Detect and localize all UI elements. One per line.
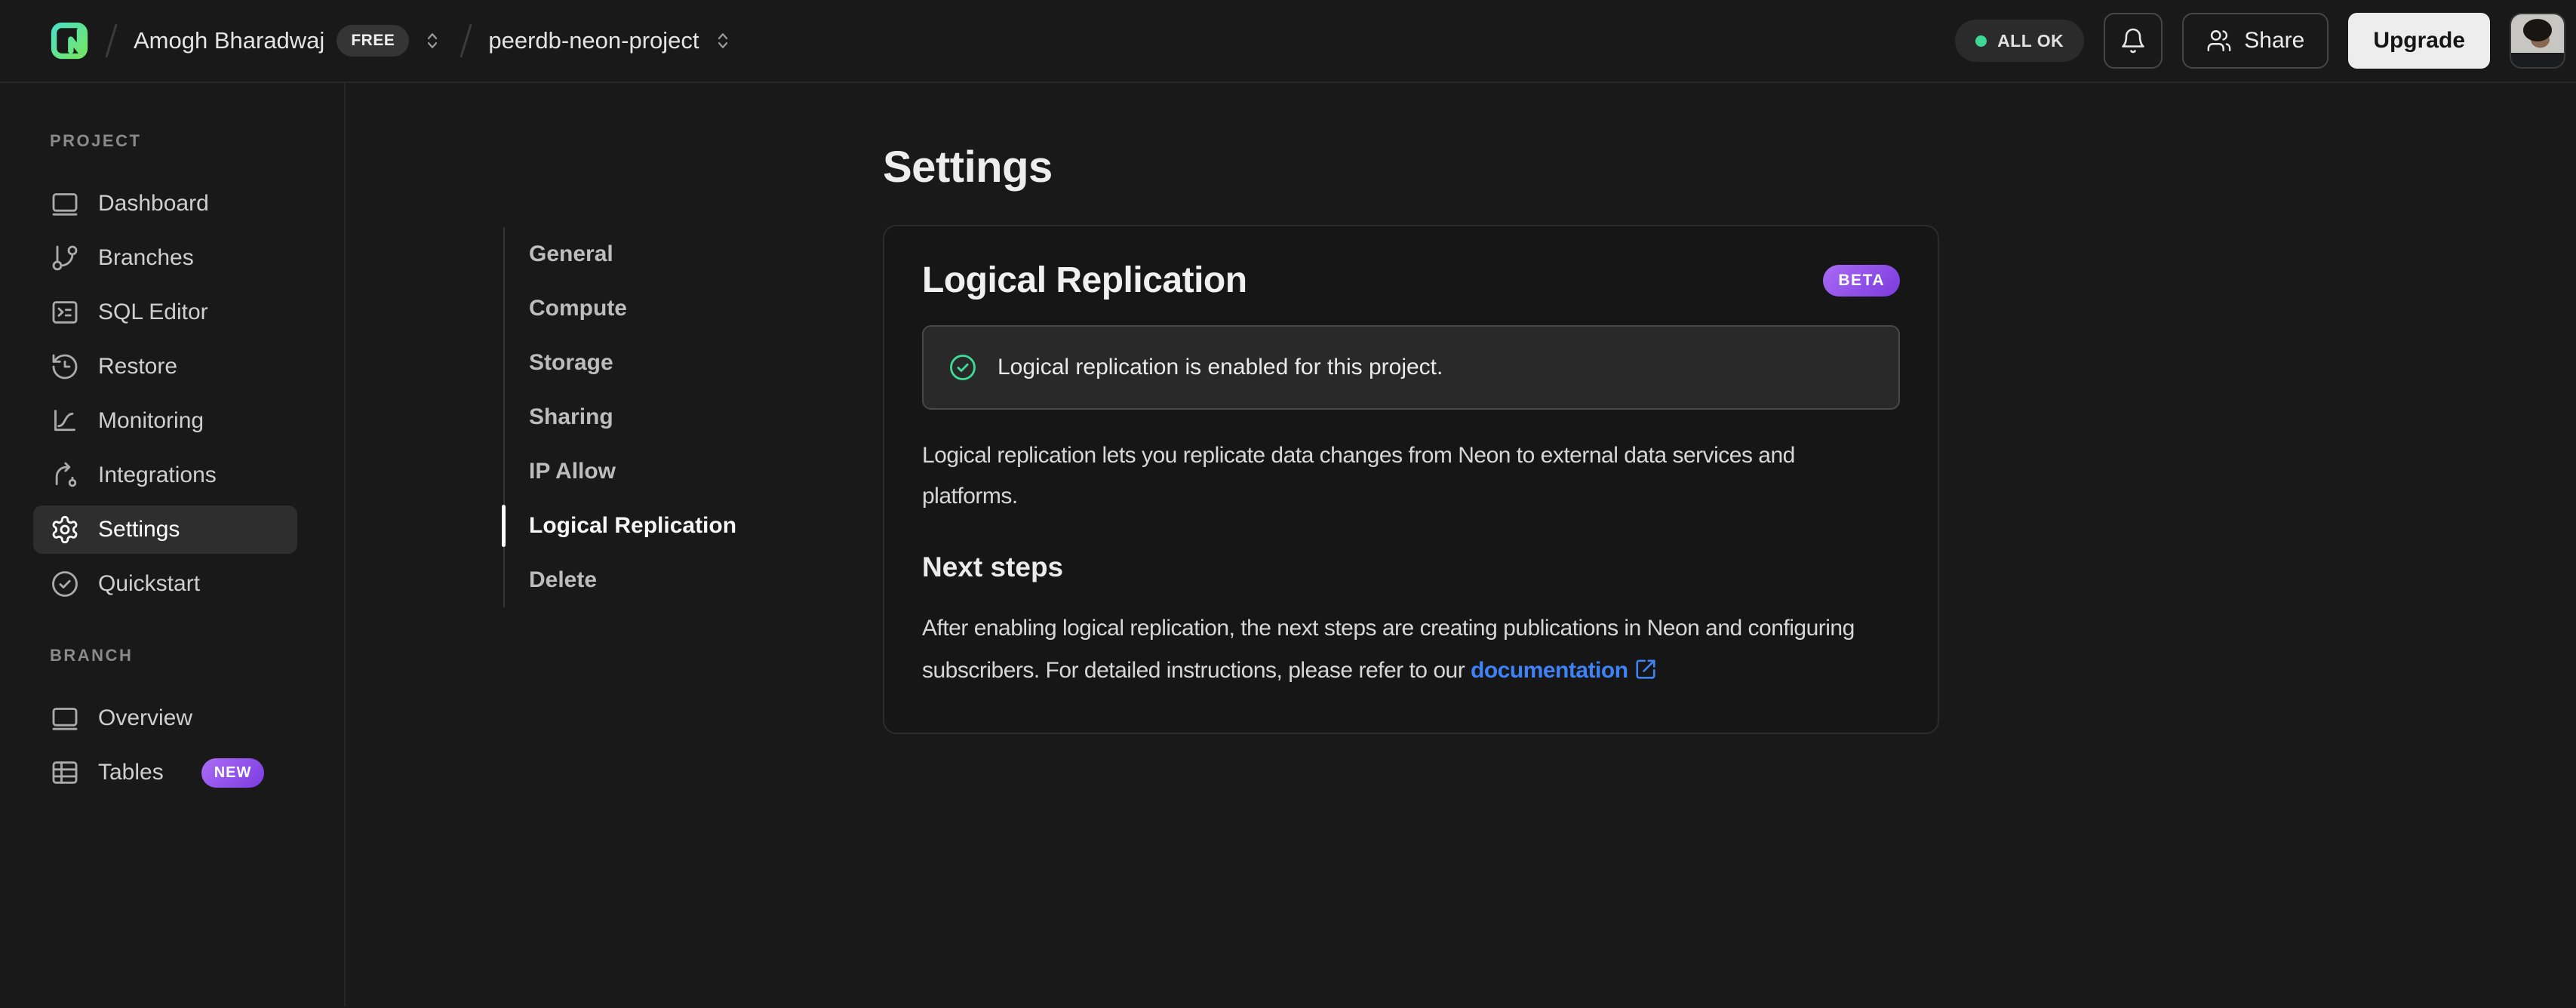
external-link-icon bbox=[1635, 659, 1655, 679]
sidebar-item-quickstart[interactable]: Quickstart bbox=[0, 557, 344, 611]
breadcrumb-separator bbox=[460, 23, 473, 58]
header-actions: ALL OK Share Upgrade bbox=[1955, 13, 2565, 69]
logical-replication-card: Logical Replication BETA Logical replica… bbox=[883, 225, 1939, 734]
next-steps-title: Next steps bbox=[922, 552, 1064, 582]
restore-icon bbox=[52, 354, 78, 380]
dashboard-icon bbox=[52, 193, 78, 216]
breadcrumb: Amogh Bharadwaj FREE peerdb-neon-project bbox=[50, 21, 734, 60]
settings-nav-sharing[interactable]: Sharing bbox=[505, 390, 805, 444]
settings-nav-compute[interactable]: Compute bbox=[505, 281, 805, 336]
settings-nav-general[interactable]: General bbox=[505, 227, 805, 281]
share-button[interactable]: Share bbox=[2182, 13, 2329, 69]
upgrade-button[interactable]: Upgrade bbox=[2348, 13, 2490, 69]
chevrons-up-down-icon bbox=[712, 29, 734, 52]
settings-nav-logical-replication[interactable]: Logical Replication bbox=[502, 499, 805, 553]
card-title: Logical Replication bbox=[922, 260, 1247, 300]
top-bar: Amogh Bharadwaj FREE peerdb-neon-project… bbox=[0, 0, 2576, 83]
replication-description: Logical replication lets you replicate d… bbox=[922, 443, 1795, 509]
sidebar-item-branches[interactable]: Branches bbox=[0, 231, 344, 285]
breadcrumb-separator bbox=[105, 23, 118, 58]
sidebar-item-monitoring[interactable]: Monitoring bbox=[0, 394, 344, 448]
settings-nav-delete[interactable]: Delete bbox=[505, 553, 805, 607]
check-circle-icon bbox=[52, 571, 78, 597]
sidebar-section-project: PROJECT bbox=[50, 131, 142, 150]
sql-editor-icon bbox=[52, 301, 78, 324]
replication-enabled-alert: Logical replication is enabled for this … bbox=[922, 325, 1900, 410]
share-label: Share bbox=[2244, 28, 2305, 53]
sidebar-item-sql-editor[interactable]: SQL Editor bbox=[0, 285, 344, 340]
status-dot-icon bbox=[1975, 35, 1987, 47]
settings-nav-ip-allow[interactable]: IP Allow bbox=[505, 444, 805, 499]
app: Amogh Bharadwaj FREE peerdb-neon-project… bbox=[0, 0, 2576, 1008]
plan-badge: FREE bbox=[337, 25, 410, 57]
branches-icon bbox=[52, 245, 78, 271]
integrations-icon bbox=[55, 462, 77, 487]
account-name: Amogh Bharadwaj bbox=[134, 27, 325, 54]
notifications-button[interactable] bbox=[2104, 13, 2163, 69]
beta-badge: BETA bbox=[1823, 264, 1900, 297]
neon-logo-icon bbox=[51, 22, 88, 60]
check-circle-icon bbox=[950, 355, 976, 380]
alert-text: Logical replication is enabled for this … bbox=[998, 355, 1443, 380]
settings-content: Settings Logical Replication BETA Logica… bbox=[883, 83, 1939, 734]
gear-icon bbox=[52, 515, 78, 544]
next-steps-text: After enabling logical replication, the … bbox=[922, 616, 1855, 683]
sidebar-item-integrations[interactable]: Integrations bbox=[0, 448, 344, 502]
documentation-link[interactable]: documentation bbox=[1471, 658, 1657, 683]
project-name: peerdb-neon-project bbox=[488, 27, 699, 54]
users-icon bbox=[2207, 30, 2231, 51]
sidebar-item-overview[interactable]: Overview bbox=[0, 691, 344, 745]
page-title: Settings bbox=[883, 143, 1053, 192]
new-badge: NEW bbox=[201, 758, 265, 788]
sidebar-section-branch: BRANCH bbox=[50, 646, 134, 665]
neon-logo[interactable] bbox=[50, 21, 89, 60]
main-area: General Compute Storage Sharing IP Allow… bbox=[346, 83, 2576, 1006]
monitoring-icon bbox=[54, 410, 75, 432]
project-menu[interactable]: peerdb-neon-project bbox=[488, 27, 733, 54]
avatar[interactable] bbox=[2510, 13, 2565, 69]
sidebar-item-tables[interactable]: Tables NEW bbox=[0, 745, 344, 800]
chevrons-up-down-icon bbox=[421, 29, 444, 52]
account-menu[interactable]: Amogh Bharadwaj FREE bbox=[134, 25, 444, 57]
sidebar: PROJECT Dashboard Branches SQL Editor Re… bbox=[0, 83, 346, 1006]
sidebar-item-restore[interactable]: Restore bbox=[0, 340, 344, 394]
sidebar-item-dashboard[interactable]: Dashboard bbox=[0, 177, 344, 231]
bell-icon bbox=[2122, 28, 2145, 54]
settings-nav-storage[interactable]: Storage bbox=[505, 336, 805, 390]
status-label: ALL OK bbox=[1997, 30, 2064, 51]
status-badge[interactable]: ALL OK bbox=[1955, 20, 2085, 62]
settings-nav: General Compute Storage Sharing IP Allow… bbox=[502, 227, 805, 607]
table-icon bbox=[52, 761, 78, 784]
sidebar-item-settings[interactable]: Settings bbox=[33, 506, 297, 554]
overview-icon bbox=[52, 708, 78, 730]
